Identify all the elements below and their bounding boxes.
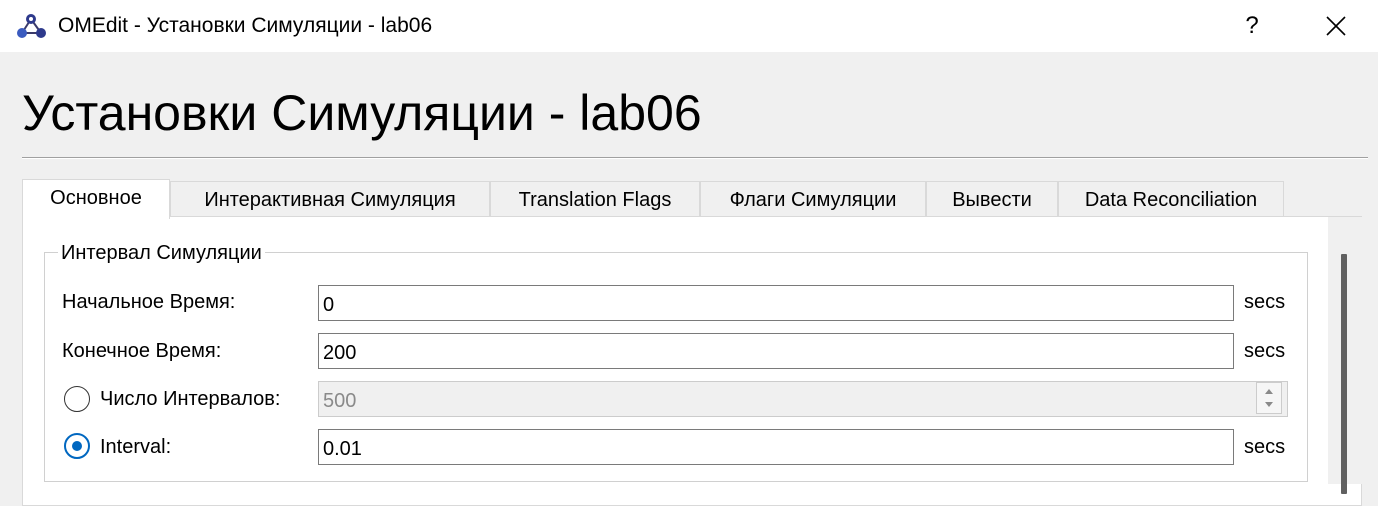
interval-unit: secs xyxy=(1244,436,1286,458)
close-icon[interactable] xyxy=(1314,8,1358,44)
vertical-scrollbar[interactable] xyxy=(1328,217,1362,494)
tab-data-reconciliation[interactable]: Data Reconciliation xyxy=(1058,181,1284,217)
stop-time-input[interactable] xyxy=(318,333,1234,369)
number-of-intervals-label: Число Интервалов: xyxy=(100,388,281,410)
number-of-intervals-spinner[interactable] xyxy=(1256,382,1282,414)
number-of-intervals-radio[interactable] xyxy=(64,386,90,412)
start-time-label: Начальное Время: xyxy=(62,291,236,313)
interval-radio-dot xyxy=(72,441,82,451)
spin-down-icon[interactable] xyxy=(1257,398,1281,413)
tab-translation-flags[interactable]: Translation Flags xyxy=(490,181,700,217)
window-title: OMEdit - Установки Симуляции - lab06 xyxy=(58,14,433,37)
start-time-unit: secs xyxy=(1244,291,1286,313)
title-divider xyxy=(22,157,1368,159)
tab-general[interactable]: Основное xyxy=(22,179,170,219)
interval-input[interactable] xyxy=(318,429,1234,465)
spin-up-icon[interactable] xyxy=(1257,383,1281,398)
simulation-interval-legend: Интервал Симуляции xyxy=(58,240,265,266)
title-bar: OMEdit - Установки Симуляции - lab06 ? xyxy=(0,0,1378,52)
start-time-input[interactable] xyxy=(318,285,1234,321)
interval-label: Interval: xyxy=(100,436,172,458)
stop-time-label: Конечное Время: xyxy=(62,340,222,362)
tab-output[interactable]: Вывести xyxy=(926,181,1058,217)
scrollbar-thumb[interactable] xyxy=(1341,254,1347,494)
omedit-logo-icon xyxy=(17,14,46,38)
number-of-intervals-input[interactable] xyxy=(318,381,1288,417)
stop-time-unit: secs xyxy=(1244,340,1286,362)
interval-radio[interactable] xyxy=(64,433,90,459)
tab-interactive-simulation[interactable]: Интерактивная Симуляция xyxy=(170,181,490,217)
page-title: Установки Симуляции - lab06 xyxy=(22,85,702,141)
tab-simulation-flags[interactable]: Флаги Симуляции xyxy=(700,181,926,217)
help-button[interactable]: ? xyxy=(1230,8,1274,44)
